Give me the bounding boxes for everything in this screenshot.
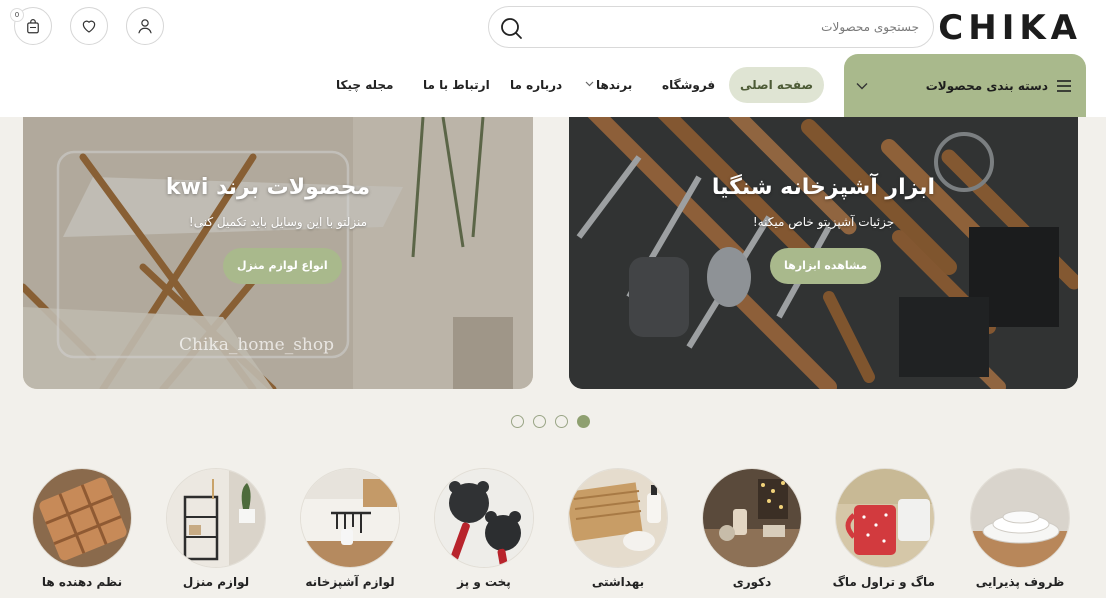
- plates-icon: [970, 468, 1070, 568]
- kitchen-icon: [300, 468, 400, 568]
- banner-title: محصولات برند kwi: [165, 175, 371, 200]
- heart-icon: [82, 20, 96, 33]
- banner-watermark: Chika_home_shop: [179, 335, 334, 355]
- category-kitchen-tools[interactable]: لوازم آشپزخانه: [300, 468, 400, 589]
- category-label: ماگ و تراول ماگ: [832, 575, 935, 589]
- nav-item-about[interactable]: درباره ما: [510, 67, 562, 103]
- search-bar: [488, 6, 934, 48]
- category-home-goods[interactable]: لوازم منزل: [166, 468, 266, 589]
- slider-dot[interactable]: [511, 415, 524, 428]
- slider-dot-active[interactable]: [577, 415, 590, 428]
- nav-item-home[interactable]: صفحه اصلی: [729, 67, 825, 103]
- organizer-icon: [32, 468, 132, 568]
- search-icon[interactable]: [499, 16, 523, 40]
- banner-title: ابزار آشپزخانه شنگیا: [711, 175, 936, 200]
- banner-subtitle: منزلتو با این وسایل باید تکمیل کنی!: [188, 215, 368, 229]
- category-label: نظم دهنده ها: [41, 575, 123, 589]
- category-serving-dishes[interactable]: ظروف پذیرایی: [970, 468, 1070, 589]
- slider-dot[interactable]: [555, 415, 568, 428]
- category-bathroom[interactable]: بهداشتی: [568, 468, 668, 589]
- pan-icon: [434, 468, 534, 568]
- banner-cta-button[interactable]: مشاهده ابزارها: [770, 248, 882, 284]
- logo[interactable]: CHIKA: [938, 8, 1082, 48]
- categories-menu-label: دسته بندی محصولات: [925, 78, 1048, 93]
- category-label: بهداشتی: [591, 575, 645, 589]
- nav-item-contact[interactable]: ارتباط با ما: [423, 67, 490, 103]
- home-icon: [166, 468, 266, 568]
- brands-chevron-icon: [585, 81, 594, 87]
- header: CHIKA 0 دسته: [0, 0, 1106, 117]
- decor-icon: [702, 468, 802, 568]
- category-label: لوازم آشپزخانه: [305, 575, 395, 589]
- category-label: پخت و پز: [457, 575, 511, 589]
- search-input[interactable]: [533, 15, 919, 39]
- banner-subtitle: جزئیات آشپزیتو خاص میکنه!: [752, 215, 895, 229]
- nav-item-shop[interactable]: فروشگاه: [662, 67, 715, 103]
- nav-item-magazine[interactable]: مجله چیکا: [336, 67, 393, 103]
- chevron-down-icon: [856, 82, 868, 89]
- nav-item-brands[interactable]: برندها: [596, 67, 632, 103]
- category-mugs[interactable]: ماگ و تراول ماگ: [832, 468, 935, 589]
- categories-menu-label-group: دسته بندی محصولات: [926, 79, 1072, 93]
- account-button[interactable]: [126, 7, 164, 45]
- categories-menu-button[interactable]: دسته بندی محصولات: [844, 54, 1086, 117]
- category-cooking[interactable]: پخت و پز: [434, 468, 534, 589]
- mug-icon: [835, 468, 935, 568]
- user-icon: [138, 19, 152, 34]
- banner-kitchen-tools[interactable]: ابزار آشپزخانه شنگیا جزئیات آشپزیتو خاص …: [569, 117, 1078, 389]
- bath-icon: [568, 468, 668, 568]
- slider-pagination: [511, 415, 590, 428]
- category-label: ظروف پذیرایی: [975, 575, 1065, 589]
- slider-dot[interactable]: [533, 415, 546, 428]
- category-label: دکوری: [732, 575, 772, 589]
- hamburger-menu-icon: [1057, 79, 1071, 92]
- wishlist-button[interactable]: [70, 7, 108, 45]
- category-organizers[interactable]: نظم دهنده ها: [32, 468, 132, 589]
- cart-count-badge: 0: [10, 8, 24, 22]
- category-decor[interactable]: دکوری: [702, 468, 802, 589]
- category-label: لوازم منزل: [182, 575, 250, 589]
- banner-home-products[interactable]: محصولات برند kwi منزلتو با این وسایل بای…: [23, 117, 533, 389]
- banner-cta-button[interactable]: انواع لوازم منزل: [223, 248, 342, 284]
- shopping-bag-icon: [27, 19, 39, 34]
